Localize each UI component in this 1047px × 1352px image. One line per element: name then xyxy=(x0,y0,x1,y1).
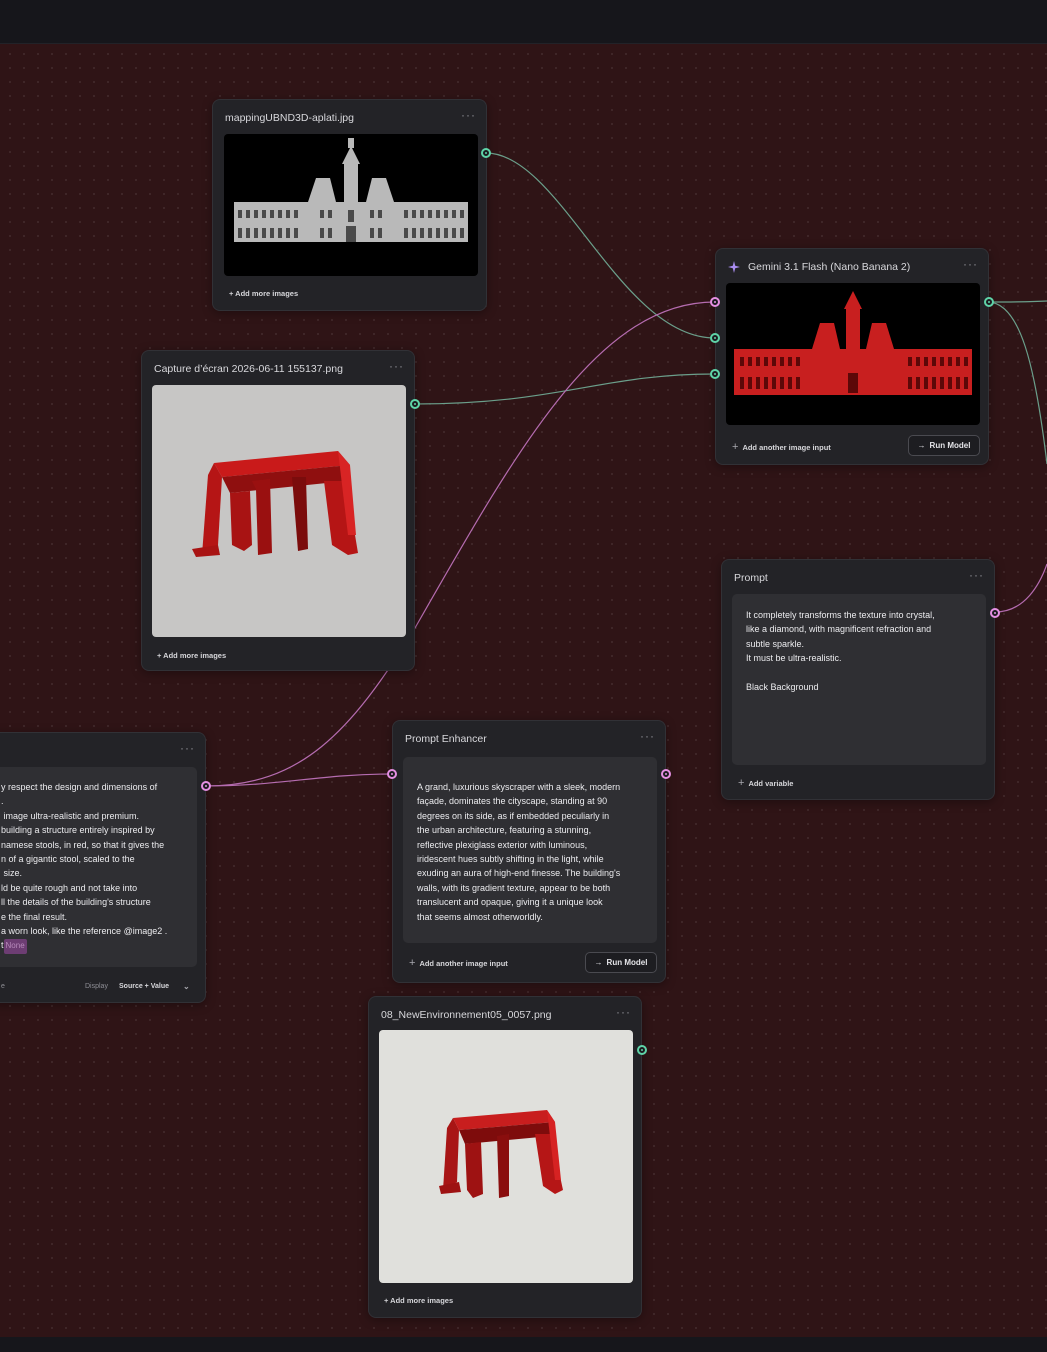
run-model-button[interactable]: → Run Model xyxy=(585,952,657,973)
partial-text-area[interactable]: y respect the design and dimensions of .… xyxy=(0,767,197,967)
footer-glyph: e xyxy=(1,983,5,990)
prompt-text-area[interactable]: It completely transforms the texture int… xyxy=(732,594,986,765)
image3-output-port[interactable] xyxy=(637,1045,647,1055)
chevron-down-icon: ⌄ xyxy=(183,982,190,991)
gemini-output-port[interactable] xyxy=(984,297,994,307)
wire-gemini-out xyxy=(988,300,1047,303)
enhancer-input-port[interactable] xyxy=(387,769,397,779)
wire-image1-to-gemini xyxy=(485,152,716,339)
sparkle-icon xyxy=(728,261,740,273)
more-menu-icon[interactable]: ··· xyxy=(963,257,978,271)
top-toolbar xyxy=(0,0,1047,44)
partial-output-port[interactable] xyxy=(201,781,211,791)
add-more-images-link[interactable]: + Add more images xyxy=(229,289,298,298)
red-stool-environment-image xyxy=(379,1030,633,1283)
model-title: Gemini 3.1 Flash (Nano Banana 2) xyxy=(748,261,911,273)
gemini-image-input-port-1[interactable] xyxy=(710,333,720,343)
image-node-capture[interactable]: Capture d’écran 2026-06-11 155137.png ··… xyxy=(141,350,415,671)
gemini-image-input-port-2[interactable] xyxy=(710,369,720,379)
run-model-button[interactable]: → Run Model xyxy=(908,435,980,456)
building-grayscale-image xyxy=(224,134,478,276)
more-menu-icon[interactable]: ··· xyxy=(616,1005,631,1019)
more-menu-icon[interactable]: ··· xyxy=(180,741,195,755)
node-title: Prompt xyxy=(734,572,768,584)
add-image-input-link[interactable]: Add another image input xyxy=(742,443,830,452)
node-title: mappingUBND3D-aplati.jpg xyxy=(225,112,354,124)
red-building-output-image xyxy=(726,283,980,425)
arrow-right-icon: → xyxy=(594,958,603,967)
image2-output-port[interactable] xyxy=(410,399,420,409)
plus-icon: + xyxy=(732,441,739,453)
image-node-mapping[interactable]: mappingUBND3D-aplati.jpg ··· + Add more … xyxy=(212,99,487,311)
wire-prompt-out xyxy=(994,563,1047,613)
gemini-text-input-port[interactable] xyxy=(710,297,720,307)
wire-image2-to-gemini xyxy=(414,373,716,405)
plus-icon: + xyxy=(409,957,416,969)
workflow-canvas[interactable]: mappingUBND3D-aplati.jpg ··· + Add more … xyxy=(0,44,1047,1337)
enhancer-output-port[interactable] xyxy=(661,769,671,779)
prompt-output-port[interactable] xyxy=(990,608,1000,618)
wire-gemini-out-2 xyxy=(988,301,1047,465)
more-menu-icon[interactable]: ··· xyxy=(640,729,655,743)
none-tag[interactable]: None xyxy=(3,939,27,954)
run-model-label: Run Model xyxy=(606,958,648,967)
image1-output-port[interactable] xyxy=(481,148,491,158)
red-stool-image xyxy=(152,385,406,637)
plus-icon: + xyxy=(738,777,745,789)
enhanced-prompt-text[interactable]: A grand, luxurious skyscraper with a sle… xyxy=(403,757,657,943)
display-select[interactable]: Source + Value ⌄ xyxy=(119,982,190,991)
more-menu-icon[interactable]: ··· xyxy=(969,568,984,582)
arrow-right-icon: → xyxy=(917,441,926,450)
display-label: Display xyxy=(85,983,108,990)
more-menu-icon[interactable]: ··· xyxy=(389,359,404,373)
more-menu-icon[interactable]: ··· xyxy=(461,108,476,122)
gemini-model-node[interactable]: Gemini 3.1 Flash (Nano Banana 2) ··· + A… xyxy=(715,248,989,465)
wire-partial-to-gemini xyxy=(414,301,716,629)
add-image-input-link[interactable]: Add another image input xyxy=(419,959,507,968)
prompt-enhancer-node[interactable]: Prompt Enhancer ··· A grand, luxurious s… xyxy=(392,720,666,983)
display-select-value: Source + Value xyxy=(119,983,169,990)
node-title: 08_NewEnvironnement05_0057.png xyxy=(381,1009,552,1021)
node-title: Prompt Enhancer xyxy=(405,733,487,745)
add-variable-link[interactable]: Add variable xyxy=(748,779,793,788)
prompt-node[interactable]: Prompt ··· It completely transforms the … xyxy=(721,559,995,800)
node-title: Capture d’écran 2026-06-11 155137.png xyxy=(154,363,343,375)
partial-text-node[interactable]: ··· y respect the design and dimensions … xyxy=(0,732,206,1003)
bottom-bar xyxy=(0,1337,1047,1352)
add-more-images-link[interactable]: + Add more images xyxy=(157,651,226,660)
add-more-images-link[interactable]: + Add more images xyxy=(384,1296,453,1305)
run-model-label: Run Model xyxy=(929,441,971,450)
image-node-environment[interactable]: 08_NewEnvironnement05_0057.png ··· + Add… xyxy=(368,996,642,1318)
